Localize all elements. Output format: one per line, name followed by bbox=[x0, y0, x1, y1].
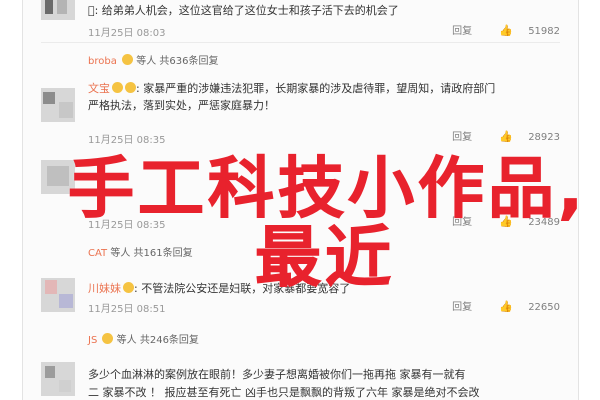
badge-icon bbox=[122, 54, 134, 65]
comment-text-cont: 严格执法，落到实处，严惩家庭暴力！ bbox=[88, 99, 275, 112]
replies-summary[interactable]: CAT 等人 共161条回复 bbox=[88, 244, 193, 259]
avatar[interactable] bbox=[41, 88, 75, 122]
comment-user[interactable]: 川妹妹 bbox=[88, 282, 121, 295]
like-button[interactable]: 👍 22650 bbox=[487, 300, 560, 313]
badge-icon bbox=[123, 282, 134, 293]
comment-actions: 回复 👍 51982 bbox=[440, 22, 560, 37]
reply-button[interactable]: 回复 bbox=[452, 302, 472, 313]
like-count: 51982 bbox=[528, 26, 560, 37]
reply-user[interactable]: broba bbox=[88, 56, 117, 67]
reply-user[interactable]: JS bbox=[88, 335, 97, 346]
replies-summary[interactable]: broba 等人 共636条回复 bbox=[88, 52, 218, 67]
like-count: 22650 bbox=[528, 302, 560, 313]
comment-text: 文宝: 家暴严重的涉嫌违法犯罪，长期家暴的涉及虐待罪，望周知，请政府部门 bbox=[88, 82, 496, 95]
replies-count: 等人 共246条回复 bbox=[116, 335, 199, 346]
divider bbox=[41, 42, 560, 43]
badge-icon bbox=[112, 82, 123, 93]
avatar[interactable] bbox=[41, 362, 75, 396]
replies-summary[interactable]: JS 等人 共246条回复 bbox=[88, 331, 199, 346]
comment-text: : 给弟弟人机会，这位这官给了这位女士和孩子活下去的机会了 bbox=[88, 4, 399, 17]
reply-button[interactable]: 回复 bbox=[452, 26, 472, 37]
replies-count: 等人 共636条回复 bbox=[136, 56, 219, 67]
avatar[interactable] bbox=[41, 278, 75, 312]
comment-time: 11月25日 08:51 bbox=[88, 304, 166, 315]
comment-time: 11月25日 08:03 bbox=[88, 28, 166, 39]
like-button[interactable]: 👍 51982 bbox=[487, 24, 560, 37]
replies-count: 等人 共161条回复 bbox=[110, 248, 193, 259]
badge-icon bbox=[102, 333, 114, 344]
comment-user[interactable]: 文宝 bbox=[88, 82, 110, 95]
avatar[interactable] bbox=[41, 0, 75, 20]
comment-body: 家暴严重的涉嫌违法犯罪，长期家暴的涉及虐待罪，望周知，请政府部门 bbox=[143, 82, 496, 95]
comment-text-cont: 二 家暴不改 ！ 报应甚至有死亡 凶手也只是飘飘的背叛了六年 家暴是绝对不会改 bbox=[88, 386, 480, 399]
comment-feed: : 给弟弟人机会，这位这官给了这位女士和孩子活下去的机会了 11月25日 08… bbox=[22, 0, 579, 400]
comment-actions: 回复 👍 22650 bbox=[440, 298, 560, 313]
comment-text: 多少个血淋淋的案例放在眼前！多少妻子想离婚被你们一拖再拖 家暴有一就有 bbox=[88, 368, 466, 381]
thumbs-up-icon: 👍 bbox=[499, 300, 513, 313]
thumbs-up-icon: 👍 bbox=[499, 24, 513, 37]
emoji-icon bbox=[125, 82, 136, 93]
reply-user[interactable]: CAT bbox=[88, 248, 107, 259]
overlay-headline-cont: 最近 bbox=[255, 219, 395, 297]
